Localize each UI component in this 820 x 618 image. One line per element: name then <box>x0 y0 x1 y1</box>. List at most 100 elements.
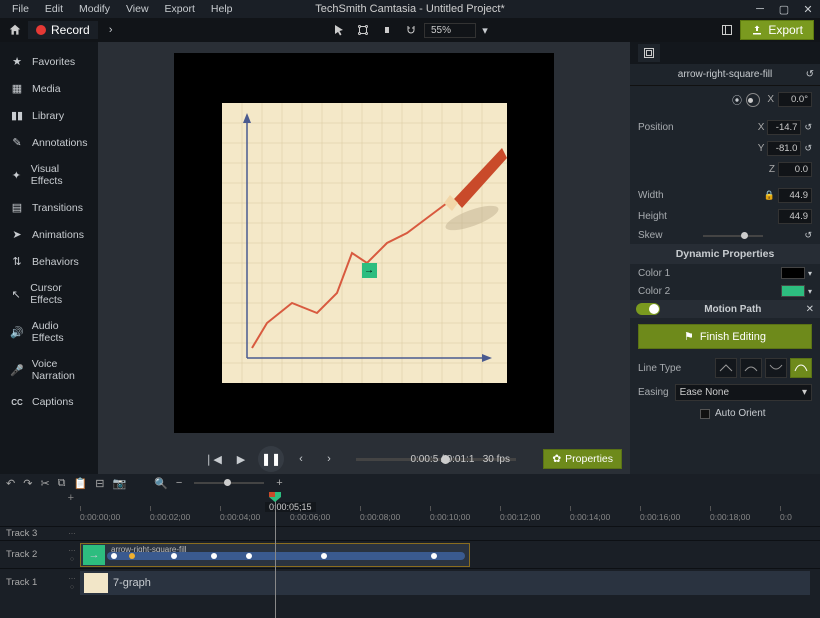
auto-orient-checkbox[interactable] <box>700 409 710 419</box>
skew-slider[interactable] <box>703 235 763 237</box>
color1-swatch[interactable] <box>781 267 805 279</box>
zoom-dropdown-icon[interactable]: ▾ <box>478 20 492 40</box>
canvas-detach-button[interactable] <box>716 20 738 40</box>
canvas-zoom-select[interactable]: 55% <box>424 23 476 38</box>
rotation-anchor-icon[interactable]: ⦿ <box>732 92 742 107</box>
motion-close-icon[interactable]: ✕ <box>806 304 814 315</box>
tool-pan[interactable] <box>376 20 398 40</box>
linetype-curve-in[interactable] <box>740 358 762 378</box>
window-minimize-icon[interactable]: ─ <box>748 3 772 16</box>
record-dropdown-button[interactable]: › <box>100 20 122 40</box>
tool-magnet[interactable] <box>400 20 422 40</box>
color2-dropdown-icon[interactable]: ▾ <box>808 287 812 296</box>
clip-7-graph[interactable]: 7-graph <box>80 571 810 595</box>
reset-pos-icon[interactable]: ↺ <box>804 122 812 133</box>
keyframe[interactable] <box>431 553 437 559</box>
graph-media[interactable]: → <box>222 103 507 383</box>
rotation-dial[interactable] <box>746 93 760 107</box>
motion-path-track[interactable] <box>107 552 465 560</box>
reset-pos-y-icon[interactable]: ↺ <box>804 143 812 154</box>
sidebar-item-media[interactable]: ▦Media <box>0 75 98 102</box>
add-track-button[interactable]: + <box>0 492 80 504</box>
track2-toggle-icon[interactable]: ⋯ <box>69 547 76 555</box>
sidebar-item-animations[interactable]: ➤Animations <box>0 221 98 248</box>
window-close-icon[interactable]: ✕ <box>796 3 820 16</box>
track1-toggle-icon[interactable]: ⋯ <box>69 575 76 583</box>
position-x-input[interactable] <box>767 120 801 135</box>
tool-select[interactable] <box>328 20 350 40</box>
sidebar-item-cursor-effects[interactable]: ↖Cursor Effects <box>0 275 98 313</box>
menu-help[interactable]: Help <box>203 3 241 15</box>
position-y-input[interactable] <box>767 141 801 156</box>
copy-button[interactable]: ⧉ <box>58 477 66 490</box>
tool-crop[interactable] <box>352 20 374 40</box>
timeline-playhead[interactable] <box>275 492 276 618</box>
lock-aspect-icon[interactable]: 🔒 <box>764 190 775 201</box>
motion-path-toggle[interactable] <box>636 303 660 315</box>
play-button[interactable]: ▶ <box>230 449 252 469</box>
finish-editing-button[interactable]: ⚑ Finish Editing <box>638 324 812 349</box>
track2-lock-icon[interactable]: ○ <box>70 556 74 563</box>
redo-button[interactable]: ↷ <box>23 477 32 490</box>
sidebar-item-favorites[interactable]: ★Favorites <box>0 48 98 75</box>
export-button[interactable]: Export <box>740 20 814 40</box>
sidebar-item-library[interactable]: ▮▮Library <box>0 102 98 129</box>
sidebar-item-behaviors[interactable]: ⇅Behaviors <box>0 248 98 275</box>
linetype-curve-out[interactable] <box>765 358 787 378</box>
zoom-tool-icon[interactable]: 🔍 <box>154 477 168 490</box>
height-input[interactable] <box>778 209 812 224</box>
split-button[interactable]: ⊟ <box>95 477 104 490</box>
pause-button[interactable]: ❚❚ <box>258 446 284 472</box>
color2-swatch[interactable] <box>781 285 805 297</box>
color1-dropdown-icon[interactable]: ▾ <box>808 269 812 278</box>
keyframe[interactable] <box>246 553 252 559</box>
sidebar-item-visual-effects[interactable]: ✦Visual Effects <box>0 156 98 194</box>
menu-view[interactable]: View <box>118 3 157 15</box>
sidebar-item-transitions[interactable]: ▤Transitions <box>0 194 98 221</box>
step-fwd-button[interactable]: › <box>318 449 340 469</box>
properties-button[interactable]: ✿ Properties <box>543 449 622 469</box>
prev-frame-button[interactable]: ❘◀ <box>202 449 224 469</box>
step-back-button[interactable]: ‹ <box>290 449 312 469</box>
linetype-straight[interactable] <box>715 358 737 378</box>
props-tab-visual[interactable] <box>638 44 660 62</box>
cut-button[interactable]: ✂ <box>40 477 49 490</box>
keyframe[interactable] <box>321 553 327 559</box>
menu-edit[interactable]: Edit <box>37 3 71 15</box>
keyframe[interactable] <box>111 553 117 559</box>
home-button[interactable] <box>4 20 26 40</box>
undo-button[interactable]: ↶ <box>6 477 15 490</box>
timeline-zoom-slider[interactable] <box>194 482 264 484</box>
timeline-ruler[interactable]: 0:00:05;15 0:00:00;00 0:00:02;00 0:00:04… <box>80 504 820 526</box>
sidebar-item-audio-effects[interactable]: 🔊Audio Effects <box>0 313 98 351</box>
menu-file[interactable]: File <box>4 3 37 15</box>
zoom-in-button[interactable]: + <box>276 477 282 489</box>
sidebar-item-annotations[interactable]: ✎Annotations <box>0 129 98 156</box>
sidebar-item-voice-narration[interactable]: 🎤Voice Narration <box>0 351 98 389</box>
menu-export[interactable]: Export <box>157 3 203 15</box>
track1-lock-icon[interactable]: ○ <box>70 584 74 591</box>
canvas-area: → ❘◀ ▶ ❚❚ ‹ › 0:00:5 / 0:01:1 30 fps ✿ P… <box>98 42 630 474</box>
rotation-x-input[interactable] <box>778 92 812 107</box>
keyframe[interactable] <box>171 553 177 559</box>
gear-icon: ✿ <box>552 453 561 465</box>
window-maximize-icon[interactable]: ▢ <box>772 3 796 16</box>
reset-icon[interactable]: ↺ <box>806 69 814 80</box>
keyframe[interactable] <box>211 553 217 559</box>
canvas-stage[interactable]: → <box>174 53 554 433</box>
width-input[interactable] <box>778 188 812 203</box>
sidebar-item-captions[interactable]: CCCaptions <box>0 389 98 415</box>
zoom-out-button[interactable]: − <box>176 477 182 489</box>
reset-skew-icon[interactable]: ↺ <box>804 230 812 241</box>
paste-button[interactable]: 📋 <box>74 477 88 490</box>
linetype-smooth[interactable] <box>790 358 812 378</box>
arrow-right-square-asset[interactable]: → <box>362 263 377 278</box>
track3-options-icon[interactable]: ⋯ <box>69 530 76 538</box>
record-button[interactable]: Record <box>28 21 98 39</box>
timeline: + 0:00:05;15 0:00:00;00 0:00:02;00 0:00:… <box>0 492 820 618</box>
position-z-input[interactable] <box>778 162 812 177</box>
easing-select[interactable]: Ease None ▾ <box>675 384 812 401</box>
screenshot-button[interactable]: 📷 <box>112 477 126 490</box>
menu-modify[interactable]: Modify <box>71 3 118 15</box>
keyframe-active[interactable] <box>129 553 135 559</box>
